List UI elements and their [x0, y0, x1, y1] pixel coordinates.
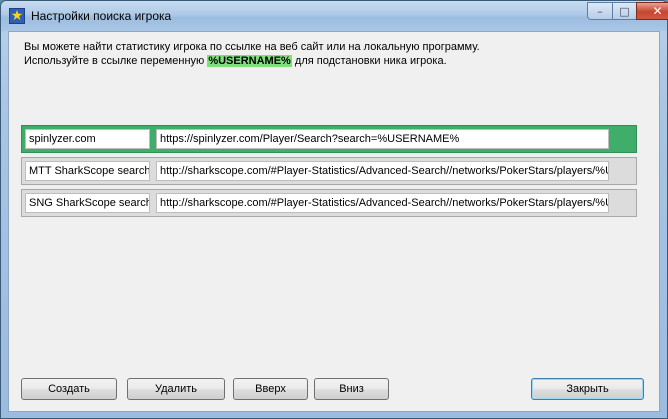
entry-url-field[interactable]: http://sharkscope.com/#Player-Statistics… — [156, 161, 609, 181]
maximize-button[interactable]: □ — [612, 2, 637, 20]
search-entry-row[interactable]: SNG SharkScope search http://sharkscope.… — [21, 189, 637, 217]
entry-name-field[interactable]: MTT SharkScope search — [25, 161, 150, 181]
close-button[interactable]: Закрыть — [531, 378, 644, 400]
minimize-button[interactable]: – — [587, 2, 613, 20]
description-line-2-start: Используйте в ссылке переменную — [24, 55, 208, 67]
entry-name-field[interactable]: spinlyzer.com — [25, 129, 150, 149]
search-entry-row[interactable]: spinlyzer.com https://spinlyzer.com/Play… — [21, 125, 637, 153]
search-entry-row[interactable]: MTT SharkScope search http://sharkscope.… — [21, 157, 637, 185]
create-button[interactable]: Создать — [21, 378, 117, 400]
move-down-button[interactable]: Вниз — [314, 378, 389, 400]
entry-url-field[interactable]: https://spinlyzer.com/Player/Search?sear… — [156, 129, 609, 149]
description-line-2: Используйте в ссылке переменную %USERNAM… — [24, 54, 480, 68]
description-line-2-end: для подстановки ника игрока. — [291, 55, 447, 67]
window-title: Настройки поиска игрока — [31, 9, 172, 23]
description-text: Вы можете найти статистику игрока по ссы… — [24, 40, 480, 68]
entry-name-field[interactable]: SNG SharkScope search — [25, 193, 150, 213]
dialog-client-area: Вы можете найти статистику игрока по ссы… — [8, 31, 660, 412]
dialog-window: ★ Настройки поиска игрока – □ ✕ Вы может… — [0, 0, 668, 419]
description-line-1: Вы можете найти статистику игрока по ссы… — [24, 41, 480, 53]
title-bar[interactable]: ★ Настройки поиска игрока – □ ✕ — [1, 1, 668, 31]
delete-button[interactable]: Удалить — [127, 378, 225, 400]
entry-url-field[interactable]: http://sharkscope.com/#Player-Statistics… — [156, 193, 609, 213]
move-up-button[interactable]: Вверх — [233, 378, 308, 400]
close-window-button[interactable]: ✕ — [636, 2, 668, 20]
app-star-icon: ★ — [9, 8, 25, 24]
username-variable: %USERNAME% — [207, 55, 292, 67]
